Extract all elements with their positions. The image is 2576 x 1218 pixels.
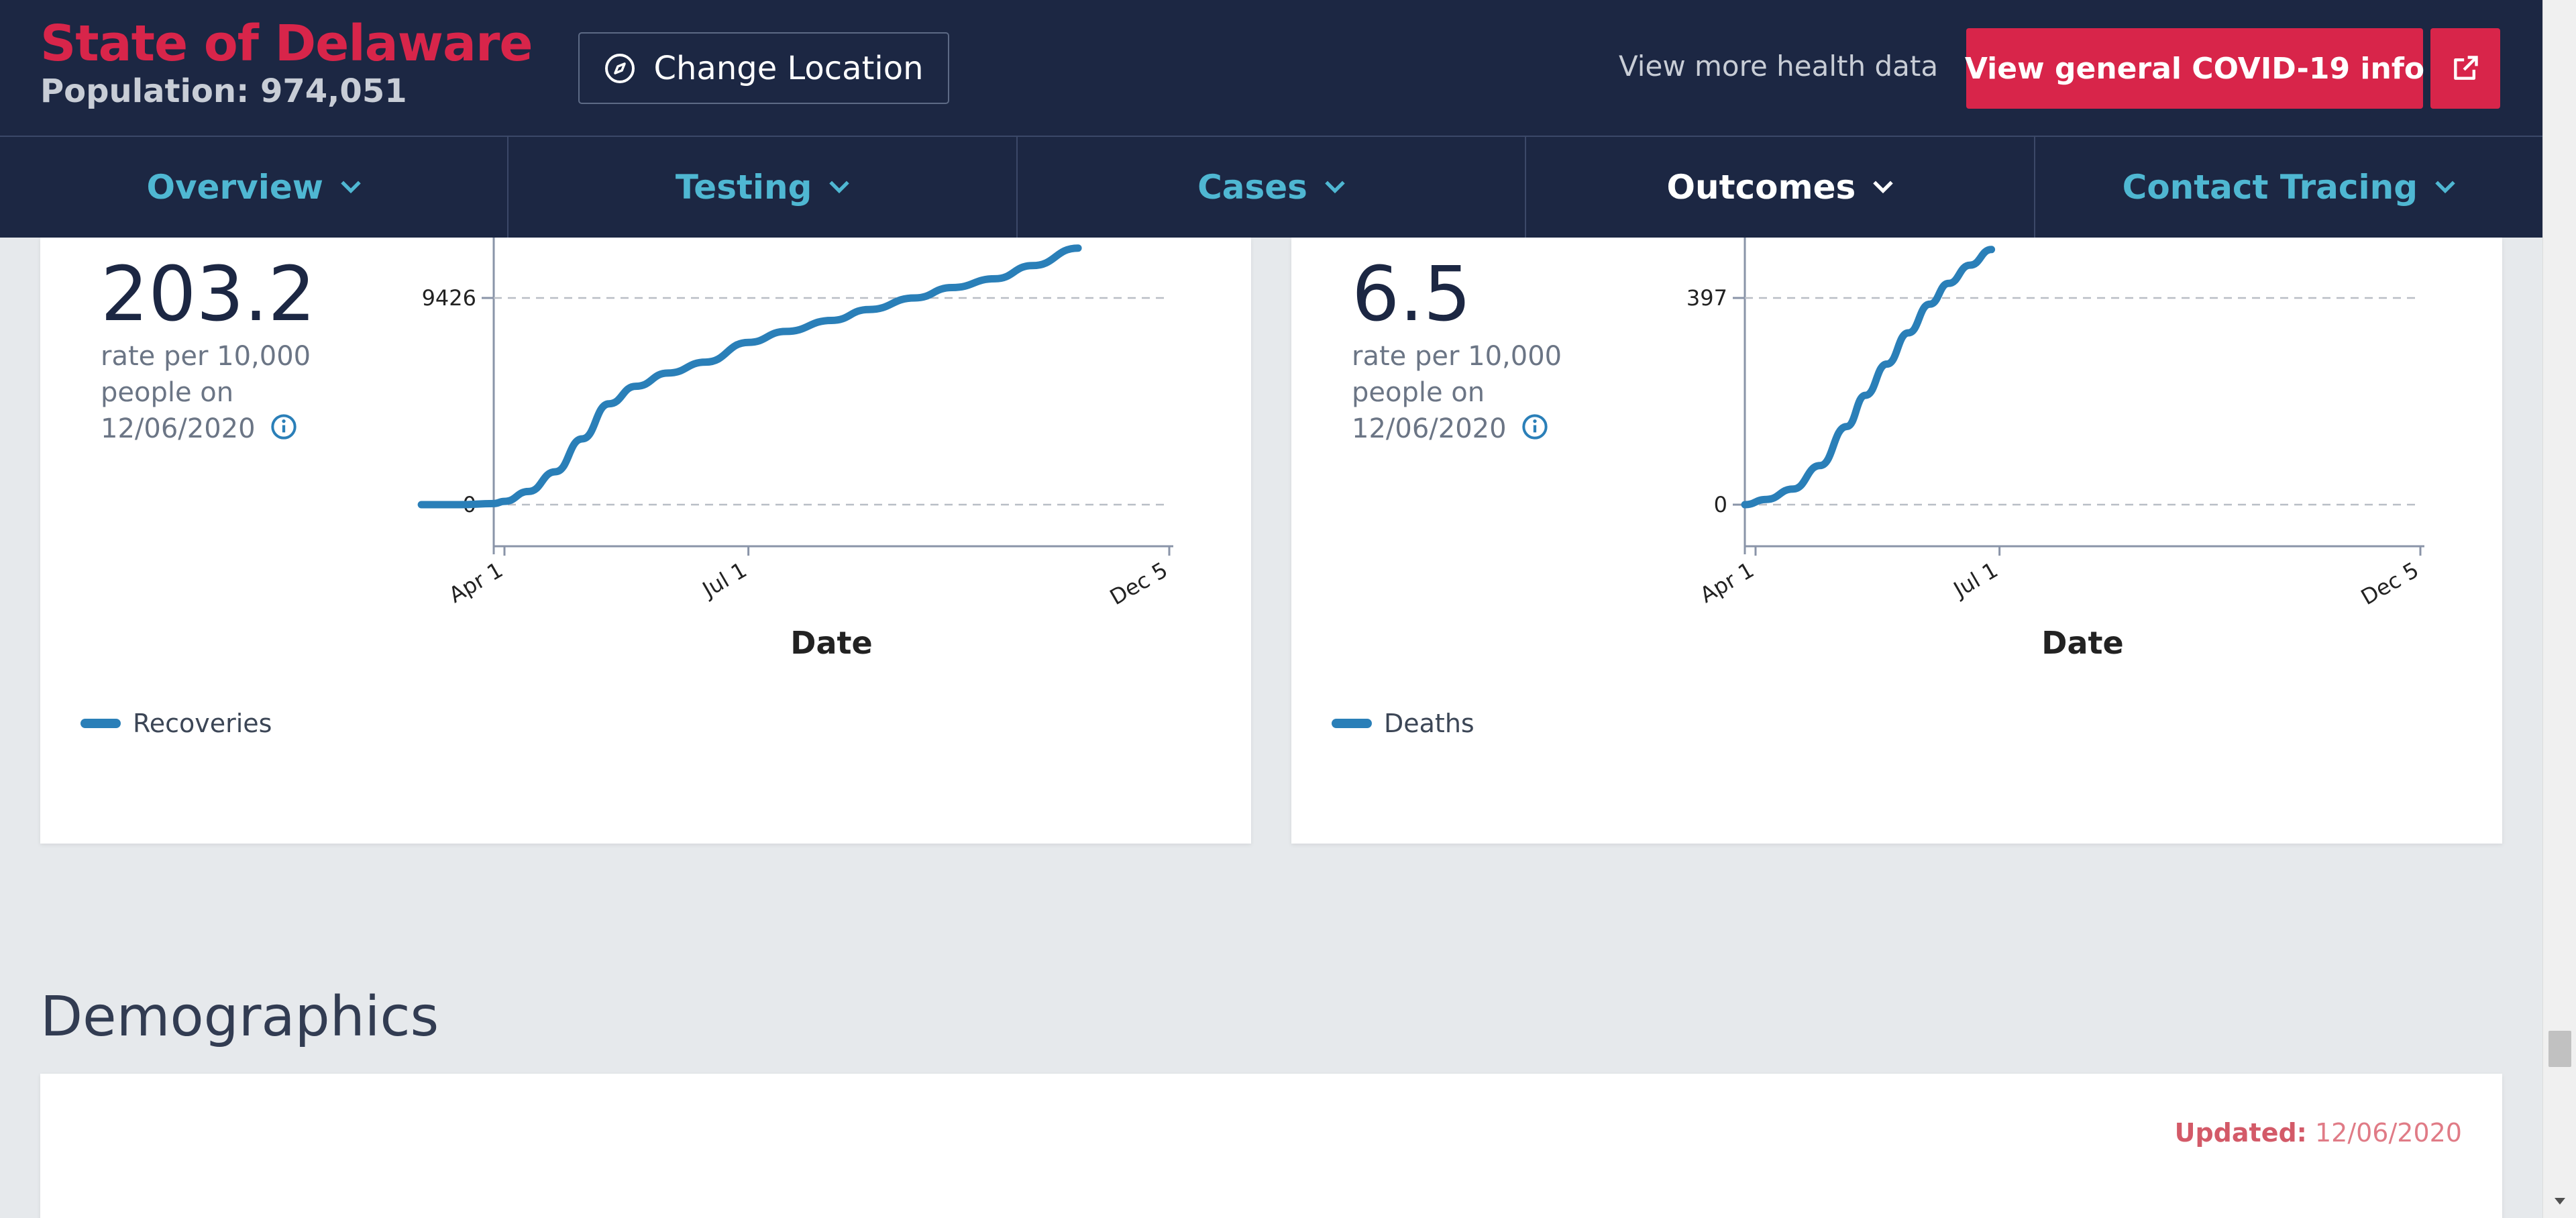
chevron-down-icon xyxy=(829,181,850,194)
x-tick-label: Apr 1 xyxy=(445,557,507,608)
external-link-button[interactable] xyxy=(2430,28,2500,109)
x-axis-title: Date xyxy=(790,625,872,661)
compass-icon xyxy=(605,53,635,83)
nav-tab-label: Cases xyxy=(1197,168,1307,207)
x-tick-label: Apr 1 xyxy=(1696,557,1758,608)
recoveries-chart: 09426Apr 1 Jul 1 Dec 5Date xyxy=(417,238,1173,661)
x-axis-title: Date xyxy=(2041,625,2123,661)
chevron-down-icon xyxy=(1873,181,1894,194)
x-tick-label: Dec 5 xyxy=(1106,557,1172,610)
page-scrollbar[interactable] xyxy=(2542,0,2576,1218)
demographics-card: Updated: 12/06/2020 xyxy=(40,1074,2502,1218)
nav-tab-label: Outcomes xyxy=(1666,168,1856,207)
series-line xyxy=(417,244,1082,509)
chart-legend: Deaths xyxy=(1332,709,1474,738)
covid-info-button[interactable]: View general COVID-19 info xyxy=(1965,28,2424,109)
caret-down-icon xyxy=(2555,1198,2565,1205)
legend-swatch xyxy=(80,719,121,728)
deaths-card: 6.5 rate per 10,000 people on 12/06/2020… xyxy=(1291,238,2502,844)
y-tick-label: 0 xyxy=(1714,492,1727,517)
series-line xyxy=(1741,246,1996,509)
deaths-chart: 0 397 Apr 1 Jul 1 Dec 5 Date xyxy=(1686,238,2424,661)
y-tick-label: 397 xyxy=(1686,285,1727,311)
population-label: Population: 974,051 xyxy=(40,72,407,110)
state-title: State of Delaware xyxy=(40,15,533,72)
updated-label: Updated: xyxy=(2174,1118,2307,1148)
more-health-data-link[interactable]: View more health data xyxy=(1619,50,1938,83)
nav-tab-label: Testing xyxy=(675,168,812,207)
top-header: State of Delaware Population: 974,051 Ch… xyxy=(0,0,2542,136)
nav-tab-label: Contact Tracing xyxy=(2122,168,2418,207)
legend-label: Recoveries xyxy=(133,709,272,738)
updated-value: 12/06/2020 xyxy=(2314,1118,2462,1148)
nav-tab-cases[interactable]: Cases xyxy=(1018,137,1527,238)
demographics-heading: Demographics xyxy=(40,985,439,1049)
x-tick-label: Jul 1 xyxy=(697,557,751,603)
scrollbar-thumb[interactable] xyxy=(2548,1031,2571,1067)
chart-legend: Recoveries xyxy=(80,709,272,738)
legend-label: Deaths xyxy=(1384,709,1474,738)
nav-tab-label: Overview xyxy=(146,168,323,207)
change-location-button[interactable]: Change Location xyxy=(578,32,949,104)
change-location-label: Change Location xyxy=(653,49,924,87)
nav-tab-outcomes[interactable]: Outcomes xyxy=(1526,137,2035,238)
legend-swatch xyxy=(1332,719,1372,728)
x-tick-label: Jul 1 xyxy=(1948,557,2002,603)
y-tick-label: 9426 xyxy=(422,285,476,311)
scroll-down-arrow[interactable] xyxy=(2543,1191,2576,1211)
app-root: State of Delaware Population: 974,051 Ch… xyxy=(0,0,2576,1218)
external-link-icon xyxy=(2454,56,2478,80)
chevron-down-icon xyxy=(2435,181,2455,194)
x-tick-label: Dec 5 xyxy=(2357,557,2423,610)
recoveries-card: 203.2 rate per 10,000 people on 12/06/20… xyxy=(40,238,1251,844)
nav-tab-overview[interactable]: Overview xyxy=(0,137,509,238)
nav-tab-testing[interactable]: Testing xyxy=(508,137,1018,238)
updated-timestamp: Updated: 12/06/2020 xyxy=(2175,1118,2462,1148)
nav-tab-contact-tracing[interactable]: Contact Tracing xyxy=(2035,137,2542,238)
section-nav: Overview Testing Cases Outcomes Contact … xyxy=(0,136,2542,238)
chevron-down-icon xyxy=(341,181,361,194)
chevron-down-icon xyxy=(1325,181,1345,194)
